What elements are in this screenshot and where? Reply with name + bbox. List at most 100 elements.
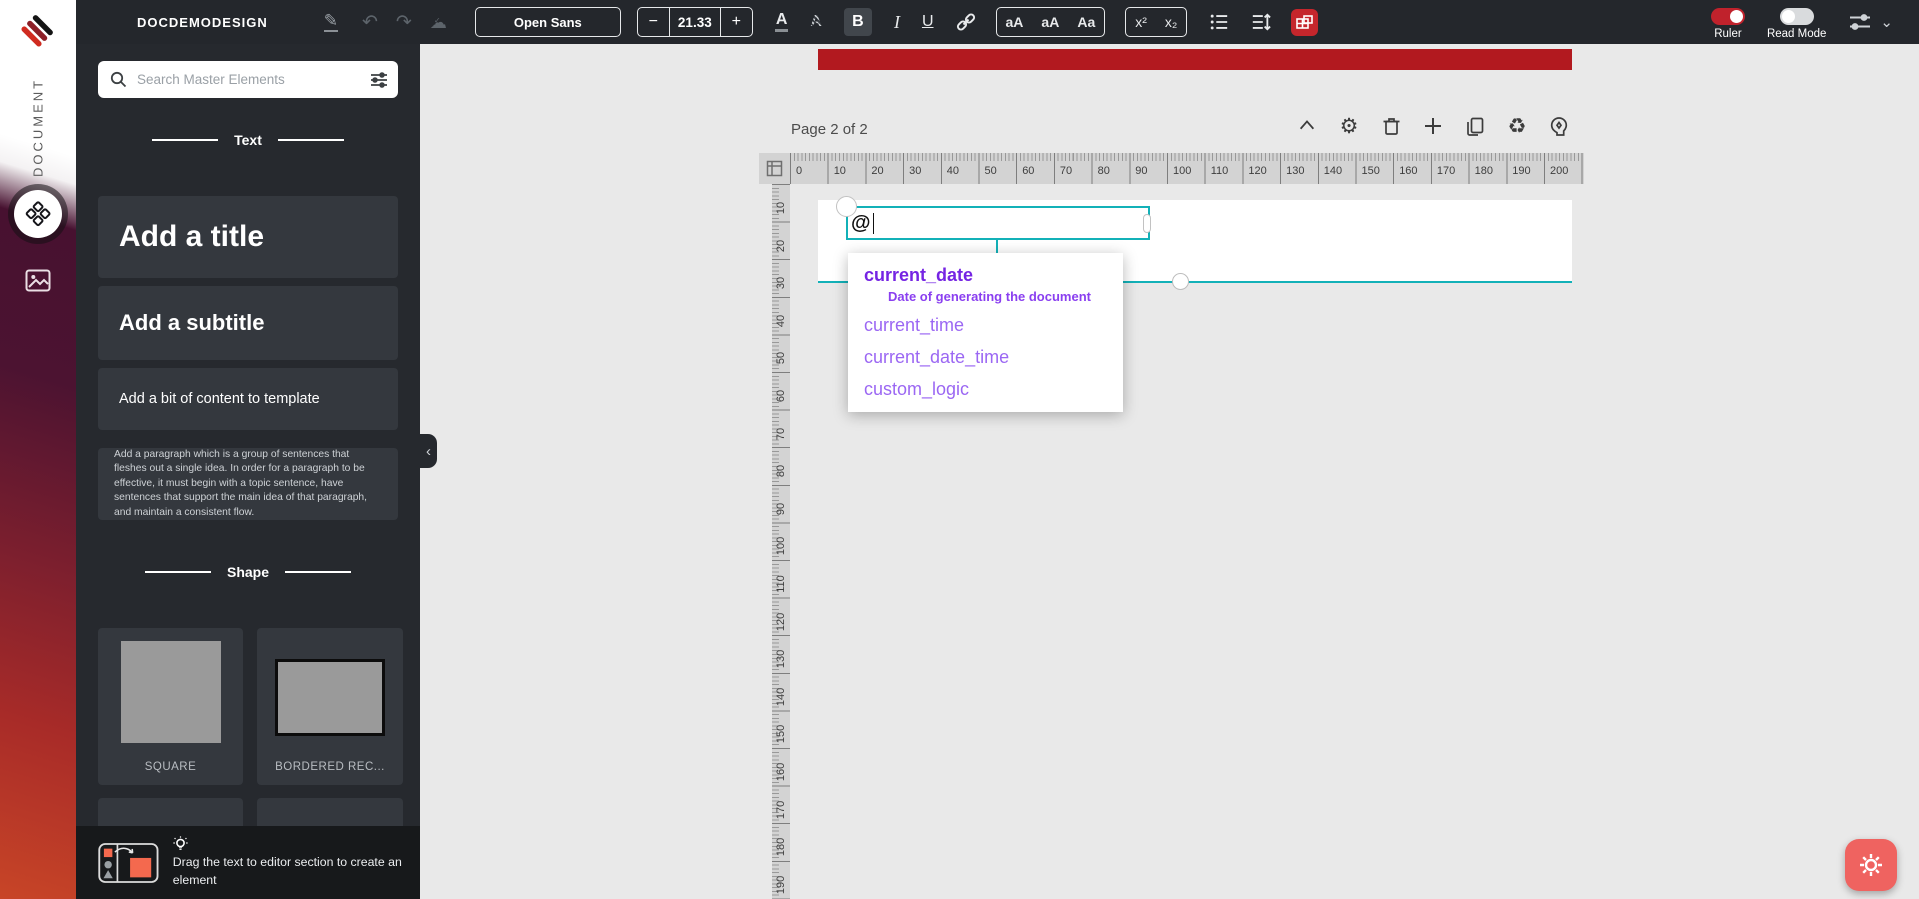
recycle-content-button[interactable]: ♻ — [1506, 114, 1528, 138]
chevron-left-icon: ‹ — [426, 442, 431, 460]
vruler-number: 140 — [775, 687, 787, 706]
read-mode-toggle-label: Read Mode — [1766, 28, 1827, 40]
gear-icon — [1860, 854, 1882, 876]
shape-card-partial[interactable] — [257, 798, 403, 826]
delete-page-button[interactable] — [1380, 115, 1402, 137]
add-page-button[interactable] — [1422, 115, 1444, 137]
search-filter-icon[interactable] — [370, 71, 388, 88]
dropdown-item-current-date[interactable]: current_date — [848, 265, 1123, 286]
plus-icon — [1425, 118, 1441, 134]
insert-table-button[interactable] — [1291, 8, 1319, 36]
text-section-heading: Text — [76, 132, 420, 148]
dropdown-item-current-time[interactable]: current_time — [848, 315, 1123, 336]
page-settings-button[interactable]: ⚙ — [1338, 115, 1360, 138]
hruler-number: 100 — [1173, 165, 1192, 177]
subscript-button[interactable]: x₂ — [1156, 14, 1186, 30]
add-content-label: Add a bit of content to template — [119, 391, 320, 407]
edit-title-icon[interactable]: ✎ — [323, 12, 338, 32]
font-family-select[interactable]: Open Sans — [474, 7, 621, 37]
selected-textbox[interactable]: @ — [846, 206, 1150, 240]
search-icon — [110, 71, 127, 88]
textbox-value: @ — [851, 211, 871, 234]
font-size-increase-button[interactable]: + — [719, 8, 752, 36]
panel-collapse-handle[interactable]: ‹ — [420, 434, 437, 468]
bullet-list-icon — [1211, 14, 1228, 30]
vruler-number: 80 — [775, 465, 787, 478]
shape-square-card[interactable]: SQUARE — [98, 628, 243, 785]
hruler-number: 110 — [1210, 165, 1229, 177]
font-size-value[interactable]: 21.33 — [670, 8, 720, 36]
hruler-number: 50 — [984, 165, 997, 177]
vertical-ruler: 10 20 30 40 50 60 70 80 90 100 110 120 130 140 150 160 1… — [772, 184, 790, 899]
square-shape-preview — [120, 641, 221, 743]
add-content-card[interactable]: Add a bit of content to template — [98, 368, 398, 430]
link-button[interactable] — [956, 12, 976, 32]
line-spacing-icon — [1253, 13, 1272, 31]
hruler-number: 160 — [1399, 165, 1418, 177]
ruler-toggle-label: Ruler — [1714, 28, 1742, 40]
add-subtitle-card[interactable]: Add a subtitle — [98, 286, 398, 360]
add-paragraph-card[interactable]: Add a paragraph which is a group of sent… — [98, 448, 398, 520]
lightbulb-icon — [173, 836, 188, 850]
hruler-number: 170 — [1436, 165, 1456, 177]
hruler-number: 30 — [909, 165, 922, 177]
duplicate-icon — [1467, 117, 1484, 136]
add-title-card[interactable]: Add a title — [98, 196, 398, 278]
ruler-toggle[interactable] — [1710, 8, 1745, 25]
variable-suggestion-dropdown: current_date Date of generating the docu… — [848, 253, 1123, 412]
italic-button[interactable]: I — [894, 12, 900, 33]
hruler-number: 60 — [1022, 165, 1035, 177]
ruler-corner — [759, 153, 790, 184]
dropdown-connector — [996, 240, 998, 254]
ruler-toggle-wrap: Ruler — [1710, 8, 1745, 40]
text-color-button[interactable]: A — [774, 11, 789, 32]
recycle-icon: ♻ — [1507, 114, 1527, 138]
search-input[interactable] — [137, 72, 370, 87]
uppercase-button[interactable]: aA — [997, 14, 1033, 30]
smart-suggestion-button[interactable] — [1548, 115, 1570, 137]
toggle-knob — [1781, 10, 1795, 23]
undo-icon[interactable]: ↶ — [362, 13, 378, 32]
fab-settings-button[interactable] — [1845, 839, 1897, 891]
shape-card-partial[interactable] — [98, 798, 243, 826]
duplicate-page-button[interactable] — [1464, 115, 1486, 137]
sidebar-item-elements[interactable] — [14, 190, 62, 238]
previous-page-footer-edge — [818, 49, 1572, 70]
script-group: x² x₂ — [1125, 7, 1188, 37]
image-icon — [25, 269, 51, 291]
shape-bordered-rect-card[interactable]: BORDERED REC... — [257, 628, 403, 785]
line-spacing-button[interactable] — [1251, 12, 1272, 32]
divider-handle[interactable] — [1172, 273, 1189, 290]
superscript-button[interactable]: x² — [1126, 14, 1156, 30]
read-mode-toggle[interactable] — [1779, 8, 1814, 25]
hruler-number: 180 — [1474, 165, 1493, 177]
highlight-color-button[interactable]: A — [810, 13, 822, 31]
search-bar[interactable] — [98, 61, 398, 98]
textbox-corner-handle[interactable] — [836, 196, 857, 217]
hruler-number: 0 — [796, 165, 803, 177]
dropdown-item-current-date-time[interactable]: current_date_time — [848, 347, 1123, 368]
square-label: SQUARE — [144, 761, 197, 773]
sliders-icon — [1850, 14, 1871, 30]
bold-button[interactable]: B — [843, 8, 872, 36]
lowercase-button[interactable]: aA — [1032, 14, 1068, 30]
underline-button[interactable]: U — [922, 13, 934, 31]
textbox-side-handle[interactable] — [1143, 214, 1151, 233]
page-actions-toolbar: ⚙ ♻ — [1296, 114, 1570, 138]
redo-icon[interactable]: ↷ — [396, 13, 412, 32]
hint-text-wrap: Drag the text to editor section to creat… — [173, 836, 406, 890]
sidebar-item-images[interactable] — [22, 266, 54, 294]
toolbar-options-button[interactable]: ⌄ — [1848, 11, 1893, 33]
hruler-number: 140 — [1323, 165, 1343, 177]
master-elements-panel: Text Add a title Add a subtitle Add a bi… — [76, 44, 420, 899]
hruler-number: 80 — [1097, 165, 1110, 177]
font-size-decrease-button[interactable]: − — [638, 8, 670, 36]
page-indicator: Page 2 of 2 — [791, 121, 868, 138]
vruler-number: 40 — [775, 314, 787, 327]
dropdown-item-custom-logic[interactable]: custom_logic — [848, 379, 1123, 400]
bullet-list-button[interactable] — [1209, 12, 1229, 32]
drag-hint-bar: Drag the text to editor section to creat… — [76, 826, 420, 899]
collapse-page-button[interactable] — [1296, 115, 1318, 137]
capitalize-button[interactable]: Aa — [1068, 14, 1104, 30]
hint-text: Drag the text to editor section to creat… — [172, 854, 402, 887]
